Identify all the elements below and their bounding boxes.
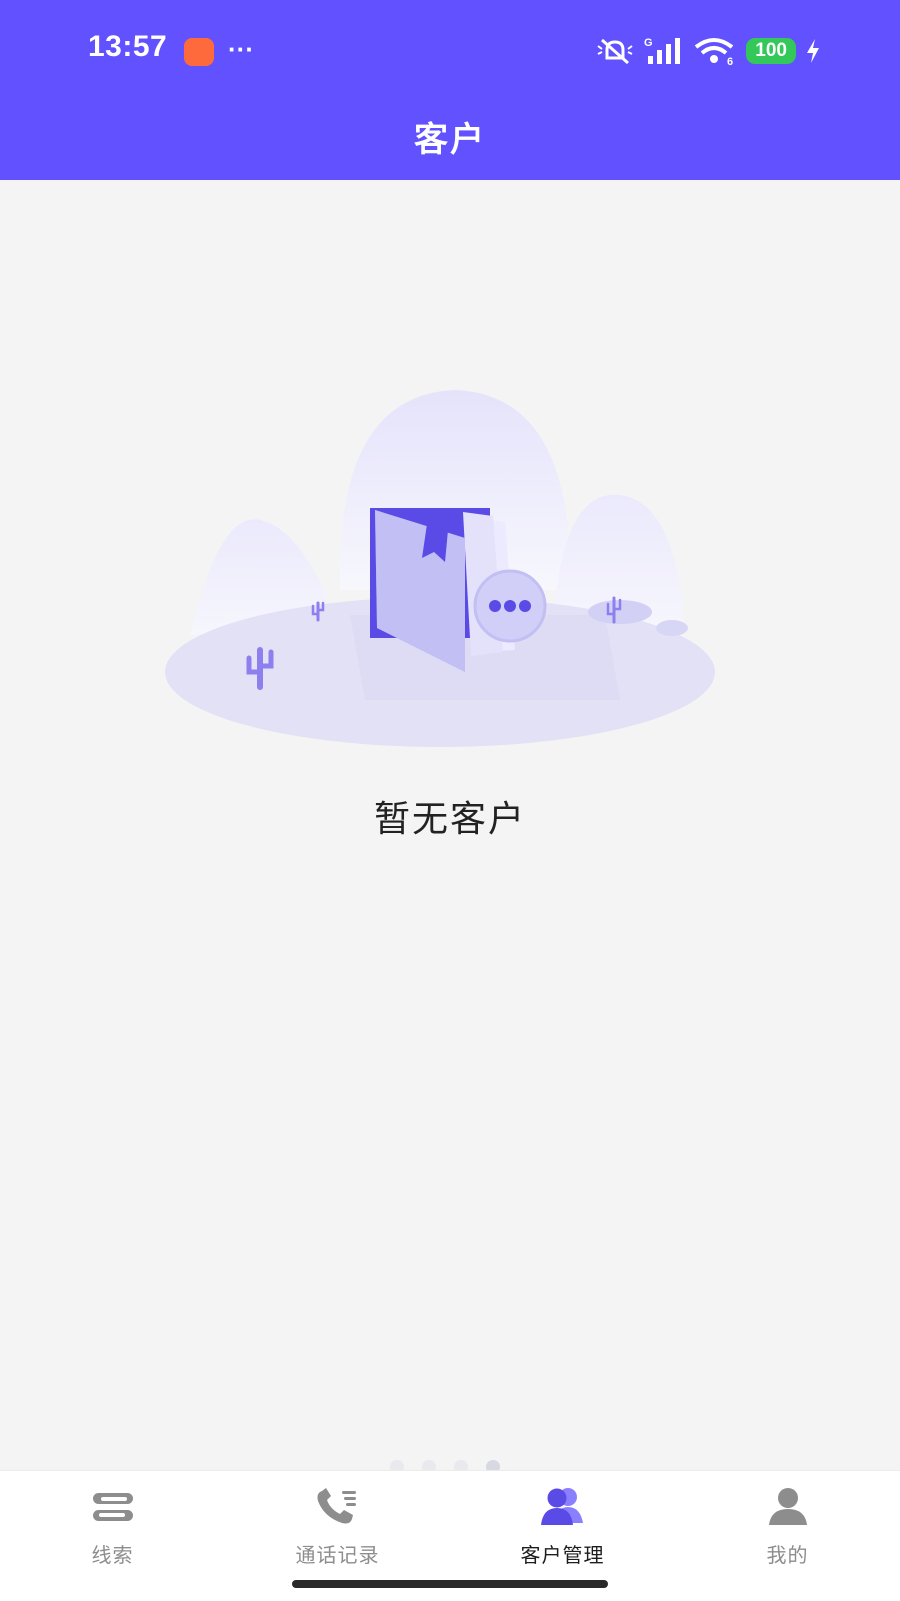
more-notifications-indicator: ···: [228, 34, 254, 64]
tab-profile[interactable]: 我的: [675, 1471, 900, 1601]
link-icon: [92, 1493, 133, 1521]
tab-label: 我的: [766, 1545, 809, 1567]
tab-label: 客户管理: [520, 1545, 605, 1567]
wifi-label: 6: [727, 56, 733, 66]
empty-customers-illustration: [165, 390, 735, 770]
status-icons: G 6 100: [596, 36, 820, 66]
home-indicator[interactable]: [292, 1580, 608, 1588]
tab-leads[interactable]: 线索: [0, 1471, 225, 1601]
mute-icon: [597, 38, 633, 65]
signal-icon: G: [644, 37, 681, 64]
status-time: 13:57: [88, 30, 168, 63]
network-label: G: [644, 37, 653, 49]
header: 13:57 ··· G 6 100 客户: [0, 0, 900, 180]
customers-icon: [540, 1488, 583, 1525]
tab-label: 线索: [91, 1545, 134, 1567]
orange-shopping-app-icon: [184, 38, 214, 66]
bolt-icon: [807, 39, 819, 63]
call-log-icon: [317, 1488, 356, 1524]
page-title: 客户: [414, 121, 486, 159]
profile-icon: [768, 1488, 807, 1525]
status-bar: 13:57 ··· G 6 100: [0, 0, 900, 104]
tab-label: 通话记录: [295, 1545, 380, 1567]
wifi-icon: 6: [695, 38, 734, 66]
empty-state-message: 暂无客户: [373, 798, 526, 839]
battery-indicator: 100: [746, 38, 796, 64]
